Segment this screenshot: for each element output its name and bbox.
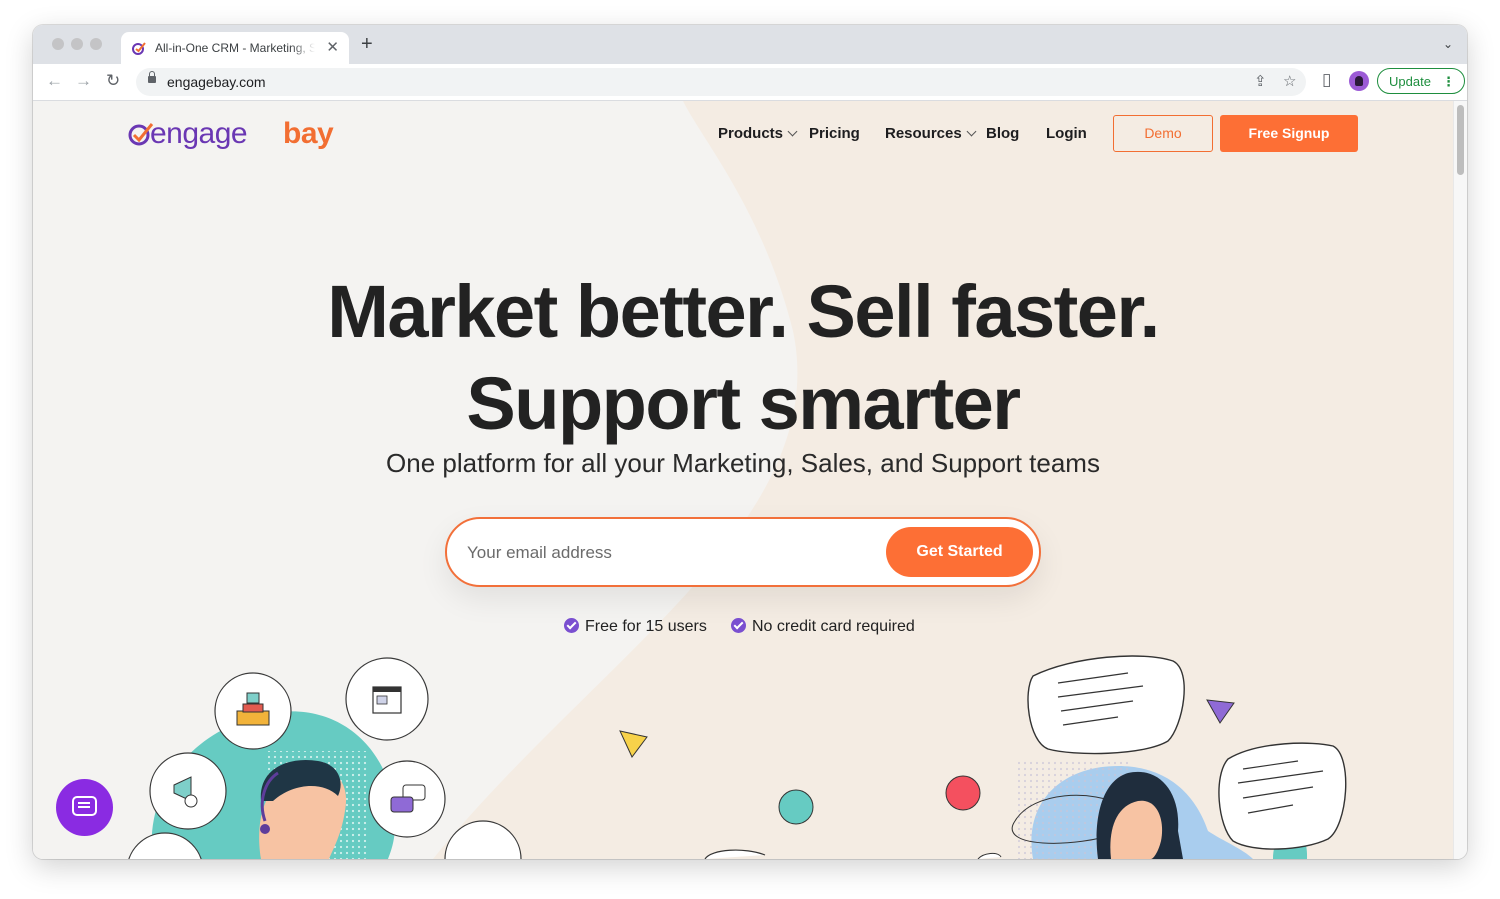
chat-icon-bubble xyxy=(368,760,446,838)
chat-icon xyxy=(72,796,97,816)
forward-button[interactable]: → xyxy=(75,70,92,92)
update-button[interactable]: Update ⋮ xyxy=(1377,68,1465,94)
reload-button[interactable]: ↻ xyxy=(106,70,120,92)
tab-strip: All-in-One CRM - Marketing, Sales ✕ + ⌄ xyxy=(33,25,1467,64)
tab-title: All-in-One CRM - Marketing, Sales xyxy=(155,41,315,55)
speech-bubble-bottom-right xyxy=(1218,742,1347,850)
webpage: engage bay Products Pricing Resources Bl… xyxy=(33,101,1453,859)
engagebay-favicon-icon xyxy=(132,42,146,55)
chat-widget-button[interactable] xyxy=(56,779,113,836)
address-bar[interactable]: engagebay.com ⇪ ☆ xyxy=(136,68,1306,96)
red-circle-shape xyxy=(945,775,981,811)
url-text[interactable]: engagebay.com xyxy=(167,74,266,90)
speech-bubble-top-right xyxy=(1027,655,1185,755)
tab-search-icon[interactable]: ⌄ xyxy=(1443,37,1453,51)
scrollbar-thumb[interactable] xyxy=(1457,105,1464,175)
side-panel-icon[interactable]: ▯ xyxy=(1322,70,1331,90)
browser-menu-icon[interactable]: ⋮ xyxy=(1442,74,1455,90)
browser-toolbar: ← → ↻ engagebay.com ⇪ ☆ ▯ Update ⋮ xyxy=(33,64,1467,101)
close-window-button[interactable] xyxy=(52,38,64,50)
megaphone-icon-bubble xyxy=(149,752,227,830)
teal-circle-shape xyxy=(778,789,814,825)
new-tab-button[interactable]: + xyxy=(361,34,373,54)
purple-triangle-shape xyxy=(1206,699,1235,724)
browser-window: All-in-One CRM - Marketing, Sales ✕ + ⌄ … xyxy=(33,25,1467,859)
hero-illustration xyxy=(128,655,1347,859)
bookmark-star-icon[interactable]: ☆ xyxy=(1283,72,1296,90)
profile-avatar[interactable] xyxy=(1349,71,1369,91)
page-scrollbar[interactable] xyxy=(1453,101,1467,859)
yellow-triangle-shape xyxy=(619,730,648,758)
close-tab-icon[interactable]: ✕ xyxy=(326,38,339,56)
lock-icon[interactable] xyxy=(148,71,156,83)
browser-tab[interactable]: All-in-One CRM - Marketing, Sales ✕ xyxy=(121,32,349,64)
update-label: Update xyxy=(1389,74,1431,89)
minimize-window-button[interactable] xyxy=(71,38,83,50)
maximize-window-button[interactable] xyxy=(90,38,102,50)
browser-icon-bubble xyxy=(345,657,429,741)
back-button[interactable]: ← xyxy=(46,70,63,92)
share-icon[interactable]: ⇪ xyxy=(1254,72,1267,90)
phone-icon-bubble xyxy=(444,820,522,859)
desk-icon-bubble xyxy=(214,672,292,750)
